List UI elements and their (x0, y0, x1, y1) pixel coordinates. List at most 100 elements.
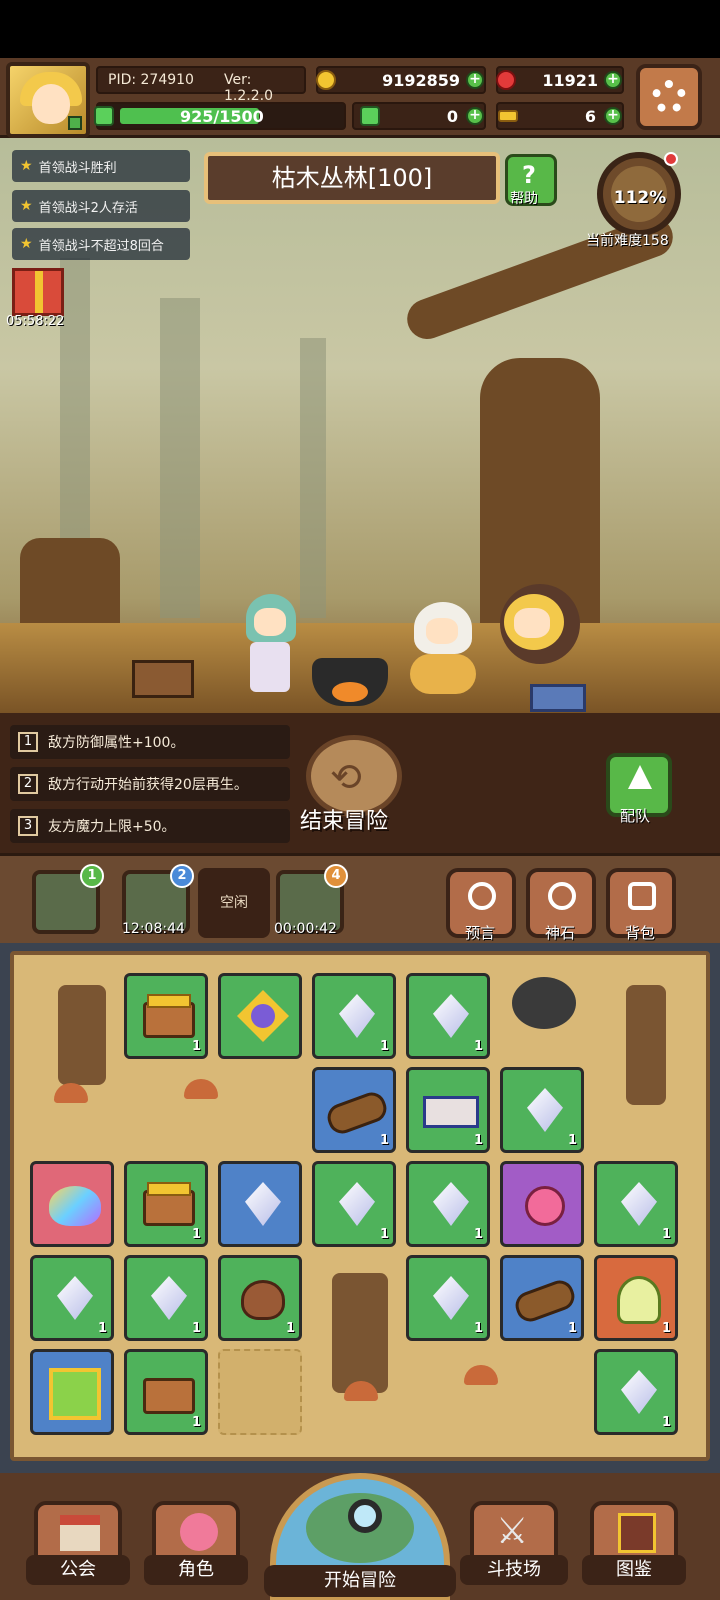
item-slime[interactable] (30, 1161, 114, 1247)
player-avatar[interactable] (6, 62, 90, 138)
settings-button[interactable] (636, 64, 702, 130)
item-sparkle-gem[interactable] (218, 1161, 302, 1247)
item-quantity: 1 (567, 1321, 577, 1336)
item-gold-chest[interactable]: 1 (124, 973, 208, 1059)
tree-stump-tile (332, 1273, 388, 1393)
item-crystal-orb[interactable] (218, 973, 302, 1059)
log-icon (511, 1276, 579, 1326)
tree-stump-tile (626, 985, 666, 1105)
backpack-icon (628, 882, 656, 910)
cooking-pot-prop (312, 658, 388, 706)
item-cabbage[interactable]: 1 (594, 1255, 678, 1341)
crate-prop (132, 660, 194, 698)
quest-item: ★ 首领战斗2人存活 (12, 190, 190, 222)
item-crystal[interactable]: 1 (500, 1067, 584, 1153)
item-crystal[interactable]: 1 (124, 1255, 208, 1341)
quest-text: 首领战斗不超过8回合 (38, 238, 164, 254)
book-icon (618, 1513, 656, 1553)
hero-white-hair[interactable] (406, 594, 480, 702)
star-icon: ★ (20, 198, 33, 214)
difficulty-label: 当前难度158 (586, 233, 669, 249)
orb-gem-icon (237, 990, 289, 1042)
expedition-slot[interactable]: 1 (32, 864, 104, 934)
item-quantity: 1 (661, 1415, 671, 1430)
item-crystal[interactable]: 1 (594, 1161, 678, 1247)
item-crystal[interactable]: 1 (406, 973, 490, 1059)
add-clover-button[interactable]: + (466, 107, 484, 125)
item-crystal[interactable]: 1 (406, 1161, 490, 1247)
expedition-slot-idle[interactable]: 空闲 (198, 868, 270, 938)
godstone-label: 神石 (545, 924, 576, 942)
cabbage-icon (617, 1276, 661, 1324)
end-adventure-label: 结束冒险 (300, 809, 389, 834)
item-wood-log[interactable]: 1 (312, 1067, 396, 1153)
item-quantity: 1 (567, 1133, 577, 1148)
add-gold-button[interactable]: + (466, 71, 484, 89)
item-quantity: 1 (379, 1227, 389, 1242)
notification-dot-icon (664, 152, 678, 166)
item-crystal[interactable]: 1 (312, 973, 396, 1059)
gold-value: 9192859 (382, 71, 460, 90)
quest-item: ★ 首领战斗不超过8回合 (12, 228, 190, 260)
sparkle-gem-icon (245, 1182, 281, 1226)
item-quantity: 1 (473, 1133, 483, 1148)
item-quantity: 1 (661, 1321, 671, 1336)
hero-golden-girl[interactable] (490, 584, 586, 694)
fruit-icon (525, 1186, 565, 1226)
item-wood-log[interactable]: 1 (500, 1255, 584, 1341)
pouch-icon (241, 1280, 285, 1320)
item-chest[interactable]: 1 (124, 1349, 208, 1435)
map-grid-area: 1 1 1 1 1 1 1 1 1 1 1 1 1 1 1 1 1 1 (0, 943, 720, 1473)
question-icon: ? (522, 161, 536, 189)
item-gold-chest[interactable]: 1 (124, 1161, 208, 1247)
chest-icon (143, 1378, 195, 1414)
item-quantity: 1 (97, 1321, 107, 1336)
clover-value: 0 (446, 107, 458, 126)
stage-title: 枯木丛林[100] (204, 152, 500, 204)
stamina-value: 925/1500 (180, 107, 264, 126)
slot-number-badge: 2 (170, 864, 194, 888)
modifier-panel: 1 敌方防御属性+100。 2 敌方行动开始前获得20层再生。 3 友方魔力上限… (0, 713, 720, 853)
crystal-ball-icon (468, 882, 496, 910)
magnifier-icon (348, 1499, 382, 1533)
codex-label: 图鉴 (582, 1555, 686, 1585)
hero-bunny-girl[interactable] (236, 582, 306, 698)
item-quantity: 1 (191, 1321, 201, 1336)
crystal-icon (527, 1088, 563, 1132)
item-crystal[interactable]: 1 (406, 1255, 490, 1341)
ruby-icon (496, 70, 516, 90)
key-icon (498, 110, 518, 122)
expedition-slot-bar: 1 2 12:08:44 空闲 4 00:00:42 预言 神石 背包 (0, 853, 720, 943)
gold-coins-icon (147, 1182, 191, 1196)
crystal-icon (621, 1182, 657, 1226)
item-emerald[interactable] (30, 1349, 114, 1435)
add-key-button[interactable]: + (604, 107, 622, 125)
item-crystal[interactable]: 1 (30, 1255, 114, 1341)
gold-coin-icon (316, 70, 336, 90)
return-arrow-icon: ⟲ (330, 755, 362, 799)
item-scroll[interactable]: 1 (406, 1067, 490, 1153)
crossed-swords-icon: ⚔ (496, 1511, 529, 1552)
modifier-item: 2 敌方行动开始前获得20层再生。 (10, 767, 290, 801)
item-quantity: 1 (379, 1133, 389, 1148)
team-setup-label: 配队 (620, 807, 651, 825)
empty-tile (218, 1349, 302, 1435)
item-quantity: 1 (191, 1227, 201, 1242)
item-crystal[interactable]: 1 (312, 1161, 396, 1247)
gear-icon (652, 80, 686, 114)
cooking-pot-tile (512, 977, 576, 1029)
add-ruby-button[interactable]: + (604, 71, 622, 89)
item-quantity: 1 (473, 1227, 483, 1242)
background-tree (160, 298, 200, 618)
item-fruit[interactable] (500, 1161, 584, 1247)
quest-text: 首领战斗胜利 (38, 160, 117, 176)
modifier-text: 友方魔力上限+50。 (48, 819, 176, 835)
item-crystal[interactable]: 1 (594, 1349, 678, 1435)
crystal-icon (339, 994, 375, 1038)
team-icon (628, 765, 652, 789)
modifier-item: 1 敌方防御属性+100。 (10, 725, 290, 759)
difficulty-percent: 112% (613, 188, 667, 208)
item-pouch[interactable]: 1 (218, 1255, 302, 1341)
guild-label: 公会 (26, 1555, 130, 1585)
gift-box-button[interactable] (12, 268, 64, 316)
